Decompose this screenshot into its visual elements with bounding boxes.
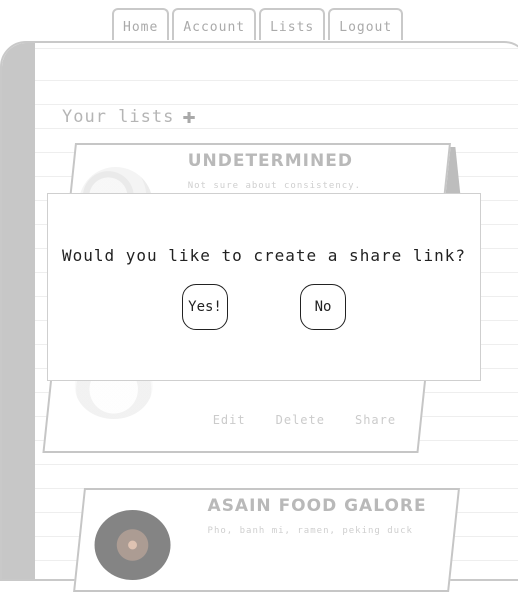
- list-title: UNDETERMINED: [187, 151, 353, 171]
- tab-account[interactable]: Account: [172, 8, 257, 40]
- notebook-spine: [2, 43, 35, 579]
- list-thumbnail-image: [94, 510, 171, 580]
- lists-heading: Your lists ✚: [62, 104, 197, 129]
- no-button[interactable]: No: [300, 284, 346, 330]
- top-nav: Home Account Lists Logout: [112, 8, 406, 40]
- delete-link[interactable]: Delete: [276, 413, 325, 427]
- list-card[interactable]: ASAIN FOOD GALORE Pho, banh mi, ramen, p…: [73, 488, 461, 592]
- list-actions: Edit Delete Share: [213, 413, 396, 427]
- tab-lists[interactable]: Lists: [259, 8, 326, 40]
- tab-home[interactable]: Home: [112, 8, 170, 40]
- share-link-dialog: Would you like to create a share link? Y…: [47, 193, 481, 381]
- share-link[interactable]: Share: [355, 413, 396, 427]
- list-description: Not sure about consistency.: [187, 181, 362, 191]
- tab-logout[interactable]: Logout: [328, 8, 404, 40]
- edit-link[interactable]: Edit: [213, 413, 246, 427]
- plus-icon[interactable]: ✚: [182, 104, 196, 129]
- lists-heading-label: Your lists: [62, 106, 175, 127]
- list-description: Pho, banh mi, ramen, peking duck: [207, 526, 413, 536]
- list-title: ASAIN FOOD GALORE: [207, 496, 427, 516]
- yes-button[interactable]: Yes!: [182, 284, 228, 330]
- dialog-question: Would you like to create a share link?: [61, 246, 467, 265]
